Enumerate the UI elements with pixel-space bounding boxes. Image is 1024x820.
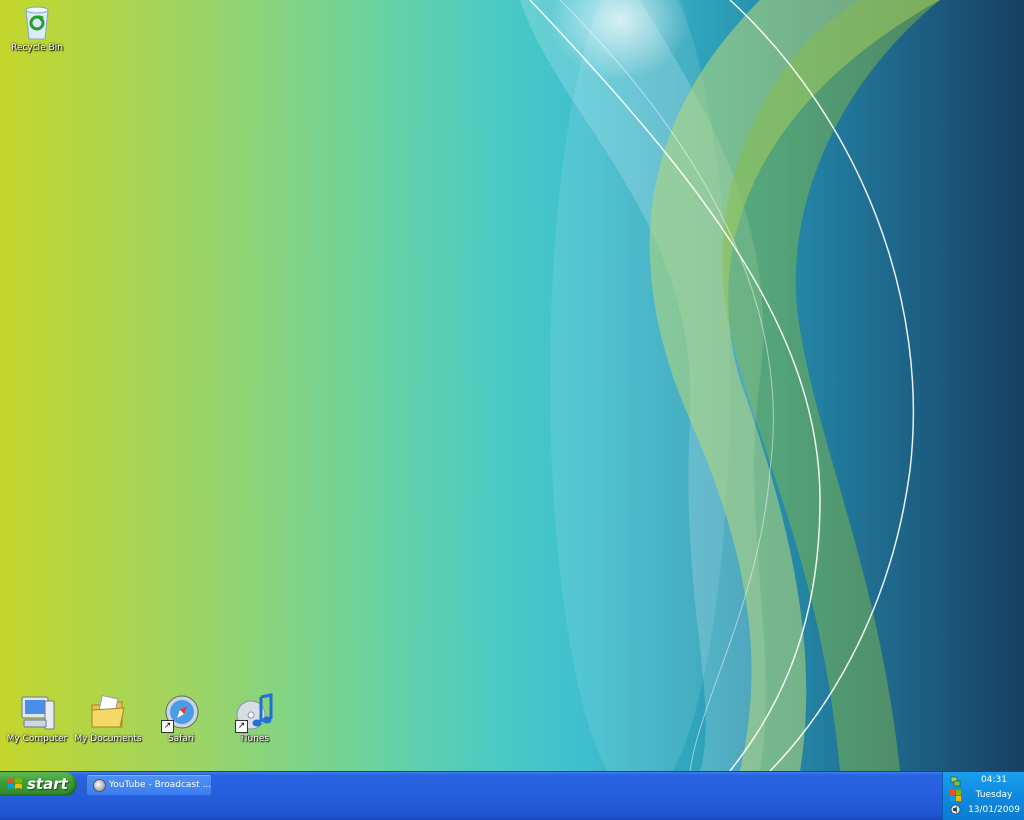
desktop-icon-label: Recycle Bin	[11, 43, 63, 53]
desktop-icon-label: Safari	[167, 734, 195, 744]
safari-icon: ↗	[161, 693, 201, 733]
shortcut-arrow-icon: ↗	[161, 720, 174, 733]
clock-date: 13/01/2009	[968, 805, 1020, 815]
taskbar-button-label: YouTube - Broadcast ...	[109, 780, 212, 790]
start-button[interactable]: start	[0, 772, 77, 796]
clock-day: Tuesday	[975, 790, 1013, 800]
my-documents-icon	[88, 693, 128, 733]
windows-logo-icon	[8, 778, 22, 789]
desktop[interactable]: Recycle Bin My Computer My Documents ↗ S…	[0, 0, 1024, 771]
taskbar: start YouTube - Broadcast ... 04:31 Tues…	[0, 771, 1024, 820]
desktop-icon-recycle-bin[interactable]: Recycle Bin	[0, 2, 74, 53]
browser-globe-icon	[93, 779, 106, 792]
desktop-icon-my-documents[interactable]: My Documents	[71, 693, 145, 744]
desktop-icon-label: My Documents	[74, 734, 142, 744]
my-computer-icon	[17, 693, 57, 733]
shortcut-arrow-icon: ↗	[235, 720, 248, 733]
taskbar-button-youtube[interactable]: YouTube - Broadcast ...	[86, 774, 212, 796]
clock-time[interactable]: 04:31	[965, 775, 1023, 785]
wallpaper-waves	[520, 0, 940, 771]
start-label: start	[27, 775, 68, 793]
desktop-icon-label: My Computer	[6, 734, 68, 744]
desktop-icon-my-computer[interactable]: My Computer	[0, 693, 74, 744]
desktop-icon-label: iTunes	[240, 734, 270, 744]
speaker-icon[interactable]	[950, 804, 961, 815]
system-tray: 04:31 Tuesday 13/01/2009	[942, 772, 1024, 820]
desktop-icon-itunes[interactable]: ↗ iTunes	[218, 693, 292, 744]
network-icon[interactable]	[950, 776, 961, 787]
itunes-icon: ↗	[235, 693, 275, 733]
windows-flag-icon[interactable]	[950, 790, 961, 801]
recycle-bin-icon	[17, 2, 57, 42]
desktop-icon-safari[interactable]: ↗ Safari	[144, 693, 218, 744]
